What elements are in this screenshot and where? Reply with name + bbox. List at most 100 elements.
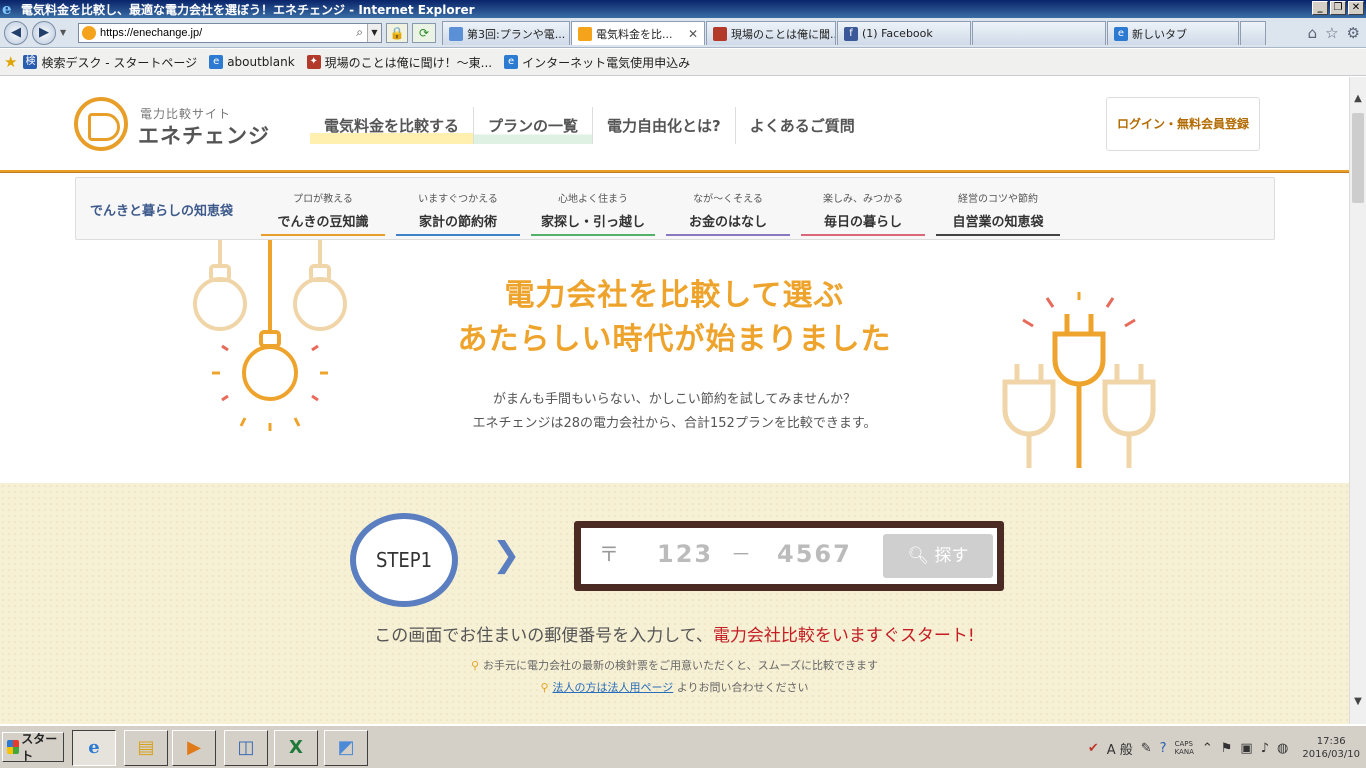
main-nav: 電気料金を比較する プランの一覧 電力自由化とは? よくあるご質問 — [310, 107, 869, 144]
tab-4[interactable]: f (1) Facebook — [837, 21, 971, 45]
favorite-link[interactable]: e インターネット電気使用申込み — [504, 54, 690, 71]
tab-3[interactable]: 現場のことは俺に聞... — [706, 21, 836, 45]
search-icon[interactable]: ⌕ — [356, 25, 363, 40]
subnav-caption: 経営のコツや節約 — [958, 194, 1038, 205]
search-button[interactable]: 🔍︎ 探す — [883, 534, 993, 578]
favorites-star-icon[interactable]: ★ — [4, 53, 17, 71]
favorite-link[interactable]: ✦ 現場のことは俺に聞け！～東... — [306, 54, 492, 71]
minimize-button[interactable]: _ — [1312, 1, 1328, 15]
favorite-link[interactable]: e aboutblank — [209, 55, 295, 69]
logo-name[interactable]: エネチェンジ — [138, 120, 270, 150]
zip-second-input[interactable]: 4567 — [777, 540, 852, 568]
chevron-right-icon: ❯ — [492, 535, 521, 575]
search-button-label: 探す — [934, 546, 969, 566]
vertical-scrollbar[interactable]: ▲ ▼ — [1349, 77, 1366, 724]
excel-taskbar-icon[interactable]: X — [274, 730, 318, 766]
home-icon[interactable]: ⌂ — [1308, 24, 1318, 42]
header-divider — [0, 170, 1349, 173]
tab-5[interactable] — [972, 21, 1106, 45]
tab-label: 新しいタブ — [1132, 27, 1187, 41]
nav-faq[interactable]: よくあるご質問 — [736, 107, 869, 144]
help-icon[interactable]: ? — [1160, 741, 1167, 756]
address-dropdown-icon[interactable]: ▼ — [367, 24, 381, 42]
flag-icon[interactable]: ⚑ — [1221, 741, 1233, 756]
zip-search-form: 〒 123 － 4567 🔍︎ 探す — [574, 521, 1004, 591]
note-text: お手元に電力会社の最新の検針票をご用意いただくと、スムーズに比較できます — [483, 659, 879, 672]
clock[interactable]: 17:36 2016/03/10 — [1302, 735, 1360, 761]
subnav-caption: 楽しみ、みつかる — [823, 194, 903, 205]
ime-mode[interactable]: A 般 — [1107, 739, 1133, 758]
cta-message-highlight: 電力会社比較をいますぐスタート! — [712, 626, 975, 646]
kana-label: KANA — [1174, 748, 1194, 756]
globe-icon[interactable]: ◍ — [1277, 741, 1288, 756]
nav-plans[interactable]: プランの一覧 — [474, 107, 594, 144]
scroll-down-icon[interactable]: ▼ — [1350, 694, 1366, 710]
web-page: 電力比較サイト エネチェンジ 電気料金を比較する プランの一覧 電力自由化とは?… — [0, 77, 1349, 724]
volume-icon[interactable]: ♪ — [1261, 741, 1269, 756]
subnav-title[interactable]: でんきと暮らしの知恵袋 — [90, 200, 233, 219]
subnav-caption: なが～くそえる — [693, 194, 763, 205]
subnav-item-kurashi[interactable]: 楽しみ、みつかる 毎日の暮らし — [801, 188, 925, 236]
favorites-star-icon[interactable]: ☆ — [1325, 24, 1338, 42]
zip-dash: － — [731, 542, 751, 566]
postal-mark-icon: 〒 — [599, 542, 619, 566]
nav-compare[interactable]: 電気料金を比較する — [310, 107, 475, 144]
login-button[interactable]: ログイン・無料会員登録 — [1106, 97, 1260, 151]
address-bar[interactable]: https://enechange.jp/ ⌕ ▼ — [78, 23, 382, 43]
refresh-icon[interactable]: ⟳ — [412, 23, 436, 43]
favorites-bar: ★ 検 検索デスク - スタートページ e aboutblank ✦ 現場のこと… — [0, 49, 1366, 76]
tab-2-active[interactable]: 電気料金を比... ✕ — [571, 21, 705, 45]
favorite-label: インターネット電気使用申込み — [522, 55, 691, 70]
favorite-link[interactable]: 検 検索デスク - スタートページ — [23, 54, 197, 71]
search-icon: 🔍︎ — [907, 546, 930, 566]
close-tab-icon[interactable]: ✕ — [684, 27, 698, 41]
subnav-item-denki[interactable]: プロが教える でんきの豆知識 — [261, 188, 385, 236]
pin-icon: ⚲ — [470, 659, 480, 672]
network-icon[interactable]: ▣ — [1240, 741, 1252, 756]
security-tray-icon[interactable]: ✔ — [1088, 741, 1099, 756]
forward-icon[interactable]: ▶ — [32, 21, 56, 45]
subnav-caption: 心地よく住まう — [558, 194, 628, 205]
ime-tools-icon[interactable]: ✎ — [1141, 741, 1152, 756]
history-dropdown-icon[interactable]: ▼ — [60, 28, 66, 37]
network-taskbar-icon[interactable]: ◫ — [224, 730, 268, 766]
media-player-taskbar-icon[interactable]: ▶ — [172, 730, 216, 766]
caps-kana-indicator: CAPS KANA — [1175, 740, 1194, 756]
tab-label: 電気料金を比... — [596, 27, 673, 41]
browser-tools: ⌂ ☆ ⚙ — [1308, 24, 1360, 42]
subnav-item-kakei[interactable]: いますぐつかえる 家計の節約術 — [396, 188, 520, 236]
settings-gear-icon[interactable]: ⚙ — [1347, 24, 1360, 42]
subnav-item-okane[interactable]: なが～くそえる お金のはなし — [666, 188, 790, 236]
enechange-logo-icon[interactable] — [74, 97, 128, 151]
scroll-up-icon[interactable]: ▲ — [1350, 91, 1366, 107]
window-titlebar: e 電気料金を比較し、最適な電力会社を選ぼう！エネチェンジ - Internet… — [0, 0, 1366, 18]
zip-first-input[interactable]: 123 — [657, 540, 713, 568]
tab-label: 第3回:プランや電... — [467, 27, 566, 41]
tab-6[interactable]: e 新しいタブ — [1107, 21, 1239, 45]
restore-button[interactable]: ❐ — [1330, 1, 1346, 15]
system-tray: ✔ A 般 ✎ ? CAPS KANA ⌃ ⚑ ▣ ♪ ◍ 17:36 2016/0… — [1082, 730, 1366, 766]
new-tab-button[interactable] — [1240, 21, 1266, 45]
window-controls: _ ❐ ✕ — [1312, 1, 1364, 15]
note-corporate: ⚲ 法人の方は法人用ページ よりお問い合わせください — [0, 679, 1349, 695]
back-icon[interactable]: ◀ — [4, 21, 28, 45]
ie-icon: e — [209, 55, 224, 69]
site-favicon-icon: ✦ — [306, 55, 321, 69]
close-button[interactable]: ✕ — [1348, 1, 1364, 15]
subnav-item-iesagashi[interactable]: 心地よく住まう 家探し・引っ越し — [531, 188, 655, 236]
chevron-up-icon[interactable]: ⌃ — [1202, 741, 1213, 756]
address-url[interactable]: https://enechange.jp/ — [100, 27, 202, 39]
corporate-page-link[interactable]: 法人の方は法人用ページ — [553, 681, 674, 694]
explorer-taskbar-icon[interactable]: ▤ — [124, 730, 168, 766]
subnav-label: 家探し・引っ越し — [540, 215, 645, 230]
tab-1[interactable]: 第3回:プランや電... — [442, 21, 570, 45]
scroll-thumb[interactable] — [1352, 113, 1364, 203]
subnav-item-jieigyo[interactable]: 経営のコツや節約 自営業の知恵袋 — [936, 188, 1060, 236]
ie-taskbar-icon[interactable]: e — [72, 730, 116, 766]
ie-icon: e — [1114, 26, 1128, 41]
app-taskbar-icon[interactable]: ◩ — [324, 730, 368, 766]
start-button[interactable]: スタート — [2, 732, 64, 763]
subnav-label: でんきの豆知識 — [277, 215, 369, 230]
nav-liberalization[interactable]: 電力自由化とは? — [593, 107, 736, 144]
lock-icon[interactable]: 🔒 — [386, 23, 408, 43]
